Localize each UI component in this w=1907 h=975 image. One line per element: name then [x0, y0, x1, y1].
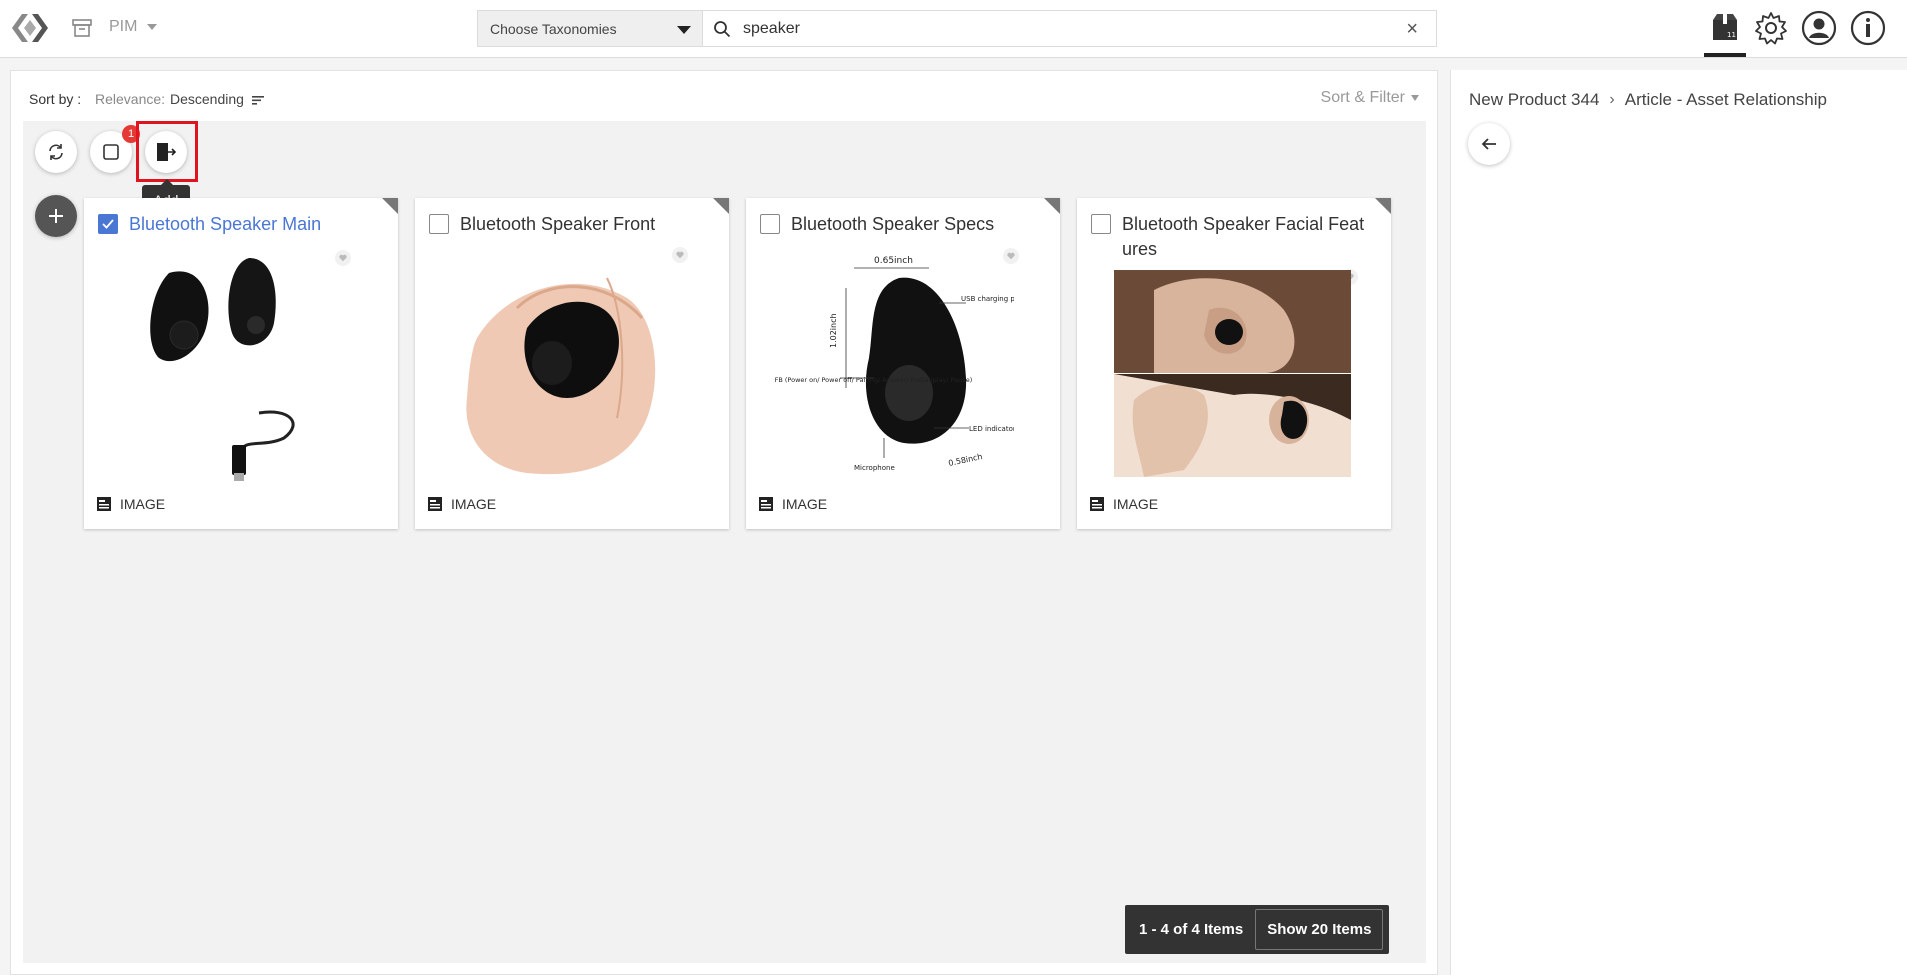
sort-key: Relevance: [95, 91, 166, 107]
asset-card[interactable]: Bluetooth Speaker Specs 0.65inch 1.02inc… [746, 198, 1060, 529]
card-checkbox[interactable] [760, 214, 780, 234]
create-button[interactable] [35, 195, 77, 237]
module-label[interactable]: PIM [109, 18, 137, 36]
plus-icon [49, 209, 63, 223]
svg-text:11: 11 [1727, 31, 1736, 39]
page-size-button[interactable]: Show 20 Items [1255, 909, 1384, 950]
breadcrumb: New Product 344 › Article - Asset Relati… [1469, 90, 1827, 110]
breadcrumb-product[interactable]: New Product 344 [1469, 90, 1599, 110]
earbud-front-image [466, 277, 656, 475]
logo-icon[interactable] [8, 10, 52, 46]
image-type-icon [1090, 497, 1104, 511]
settings-gear-icon[interactable] [1751, 8, 1791, 48]
asset-box-icon[interactable]: 11 [1705, 8, 1745, 48]
earbud-specs-image: 0.65inch 1.02inch USB charging port LED … [774, 256, 1014, 472]
sort-order-icon[interactable] [251, 93, 265, 107]
search-icon [714, 21, 731, 38]
module-caret-icon[interactable] [147, 24, 157, 30]
add-button-highlight [136, 121, 198, 182]
spec-mfb-label: MFB (Power on/ Power off/ Pairing/ Answe… [774, 376, 972, 384]
card-corner-marker [1044, 198, 1060, 214]
top-bar: PIM Choose Taxonomies speaker × 11 [0, 0, 1907, 58]
item-count: 1 - 4 of 4 Items [1139, 921, 1244, 938]
card-type: IMAGE [96, 496, 165, 512]
user-avatar-icon[interactable] [1799, 8, 1839, 48]
favorite-icon[interactable] [672, 247, 688, 263]
sort-filter-toggle[interactable]: Sort & Filter [1321, 89, 1419, 107]
spec-depth-label: 0.58inch [948, 452, 984, 468]
card-title[interactable]: Bluetooth Speaker Main [129, 212, 379, 237]
back-button[interactable] [1468, 123, 1510, 165]
image-type-icon [428, 497, 442, 511]
card-checkbox[interactable] [1091, 214, 1111, 234]
sort-filter-caret-icon [1411, 94, 1419, 101]
active-tab-indicator [1704, 53, 1746, 57]
card-type: IMAGE [427, 496, 496, 512]
breadcrumb-relationship: Article - Asset Relationship [1624, 90, 1827, 109]
card-title[interactable]: Bluetooth Speaker Specs [791, 212, 1041, 237]
refresh-button[interactable] [35, 131, 77, 173]
spec-usb-label: USB charging port [961, 295, 1014, 303]
relationship-panel: New Product 344 › Article - Asset Relati… [1450, 70, 1907, 975]
card-corner-marker [382, 198, 398, 214]
asset-card[interactable]: Bluetooth Speaker Main IMAGE [84, 198, 398, 529]
card-corner-marker [1375, 198, 1391, 214]
check-icon [102, 219, 114, 229]
pagination-bar: 1 - 4 of 4 Items Show 20 Items [1125, 905, 1390, 954]
card-type: IMAGE [758, 496, 827, 512]
spec-height-label: 1.02inch [829, 313, 838, 348]
card-corner-marker [713, 198, 729, 214]
checkbox-icon [103, 144, 119, 160]
sort-order-value[interactable]: Descending [170, 91, 244, 107]
card-type-label: IMAGE [782, 496, 828, 512]
info-icon[interactable] [1848, 8, 1888, 48]
spec-led-label: LED indicator [969, 425, 1014, 433]
image-type-icon [97, 497, 111, 511]
spec-mic-label: Microphone [854, 464, 895, 472]
search-box[interactable]: speaker × [702, 10, 1437, 47]
refresh-icon [49, 144, 63, 160]
arrow-left-icon [1481, 138, 1496, 150]
card-checkbox[interactable] [98, 214, 118, 234]
clear-icon[interactable]: × [1406, 18, 1418, 41]
card-title[interactable]: Bluetooth Speaker Facial Feat ures [1122, 212, 1372, 262]
card-type: IMAGE [1089, 496, 1158, 512]
card-type-label: IMAGE [1113, 496, 1159, 512]
taxonomy-select[interactable]: Choose Taxonomies [477, 10, 703, 47]
image-type-icon [759, 497, 773, 511]
taxonomy-caret-icon [677, 26, 691, 34]
card-type-label: IMAGE [120, 496, 166, 512]
earbud-facial-image [1114, 270, 1351, 477]
select-all-button[interactable]: 1 [90, 125, 140, 173]
breadcrumb-separator-icon: › [1609, 91, 1615, 108]
archive-icon[interactable] [72, 18, 92, 38]
asset-card[interactable]: Bluetooth Speaker Facial Feat ures IMAGE [1077, 198, 1391, 529]
asset-card[interactable]: Bluetooth Speaker Front IMAGE [415, 198, 729, 529]
card-checkbox[interactable] [429, 214, 449, 234]
earbud-main-image [150, 258, 295, 481]
spec-width-label: 0.65inch [874, 256, 913, 266]
taxonomy-select-label: Choose Taxonomies [490, 21, 617, 37]
card-title[interactable]: Bluetooth Speaker Front [460, 212, 710, 237]
sort-by-label: Sort by : [29, 91, 82, 107]
search-input[interactable]: speaker [743, 20, 800, 38]
sort-filter-label: Sort & Filter [1320, 89, 1405, 106]
card-type-label: IMAGE [451, 496, 497, 512]
